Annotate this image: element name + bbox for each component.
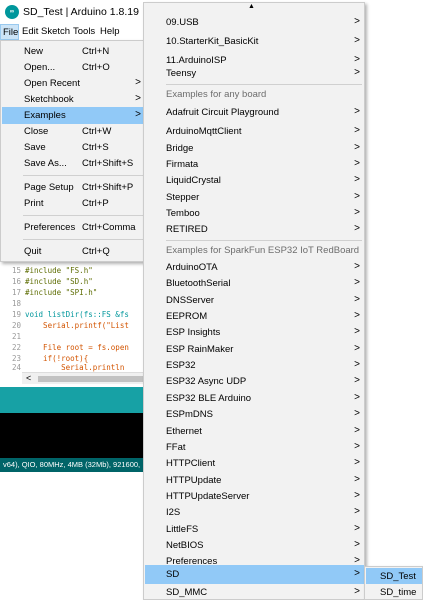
chevron-right-icon: > bbox=[354, 539, 360, 550]
window-title: SD_Test | Arduino 1.8.19 bbox=[23, 6, 139, 18]
menu-item-example[interactable]: Teensy > bbox=[145, 64, 364, 83]
menu-item-close[interactable]: Close Ctrl+W bbox=[2, 123, 149, 140]
sd-submenu: SD_Test SD_time bbox=[364, 566, 423, 600]
chevron-right-icon: > bbox=[354, 310, 360, 321]
chevron-right-icon: > bbox=[354, 106, 360, 117]
chevron-right-icon: > bbox=[354, 158, 360, 169]
chevron-right-icon: > bbox=[354, 506, 360, 517]
chevron-right-icon: > bbox=[354, 523, 360, 534]
menu-item-quit[interactable]: Quit Ctrl+Q bbox=[2, 243, 149, 260]
code-line: if(!root){ bbox=[25, 354, 89, 363]
menu-item-examples[interactable]: Examples > bbox=[2, 107, 149, 124]
code-line: Serial.println bbox=[25, 363, 125, 372]
code-line: Serial.printf("List bbox=[25, 321, 129, 330]
file-menu: New Ctrl+N Open... Ctrl+O Open Recent > Ske… bbox=[0, 40, 150, 262]
menu-item-save[interactable]: Save Ctrl+S bbox=[2, 139, 149, 156]
console-output bbox=[0, 413, 152, 458]
menu-item-open-recent[interactable]: Open Recent > bbox=[2, 75, 149, 92]
chevron-right-icon: > bbox=[354, 392, 360, 403]
chevron-right-icon: > bbox=[354, 375, 360, 386]
code-line: #include "SPI.h" bbox=[25, 288, 98, 297]
code-line: File root = fs.open bbox=[25, 343, 129, 352]
menu-sketch[interactable]: Sketch bbox=[41, 26, 70, 37]
chevron-right-icon: > bbox=[354, 294, 360, 305]
scroll-left-icon[interactable]: < bbox=[26, 373, 31, 383]
code-line: #include "FS.h" bbox=[25, 266, 93, 275]
menu-edit[interactable]: Edit bbox=[22, 26, 38, 37]
chevron-right-icon: > bbox=[354, 207, 360, 218]
menu-item-page-setup[interactable]: Page Setup Ctrl+Shift+P bbox=[2, 179, 149, 196]
line-number: 22 bbox=[12, 343, 22, 352]
chevron-right-icon: > bbox=[354, 568, 360, 579]
chevron-right-icon: > bbox=[354, 191, 360, 202]
line-number: 19 bbox=[12, 310, 22, 319]
line-number: 24 bbox=[12, 363, 22, 372]
horizontal-scrollbar[interactable]: < bbox=[22, 372, 152, 384]
chevron-right-icon: > bbox=[354, 142, 360, 153]
menu-item-example-sd[interactable]: SD > bbox=[145, 565, 364, 584]
line-number: 18 bbox=[12, 299, 22, 308]
menu-item-sketchbook[interactable]: Sketchbook > bbox=[2, 91, 149, 108]
chevron-right-icon: > bbox=[354, 425, 360, 436]
menu-item-example[interactable]: SD_MMC > bbox=[145, 583, 364, 600]
menu-help[interactable]: Help bbox=[100, 26, 120, 37]
chevron-right-icon: > bbox=[354, 359, 360, 370]
menu-divider bbox=[23, 175, 149, 176]
menu-item-example[interactable]: 09.USB > bbox=[145, 13, 364, 32]
menu-item-save-as[interactable]: Save As... Ctrl+Shift+S bbox=[2, 155, 149, 172]
menu-file[interactable]: File bbox=[0, 24, 19, 40]
line-number: 15 bbox=[12, 266, 22, 275]
chevron-right-icon: > bbox=[354, 586, 360, 597]
message-area bbox=[0, 387, 152, 413]
chevron-right-icon: > bbox=[354, 441, 360, 452]
menu-item-sd-time[interactable]: SD_time bbox=[366, 584, 422, 600]
chevron-right-icon: > bbox=[354, 277, 360, 288]
scroll-up-icon[interactable]: ▲ bbox=[248, 3, 255, 10]
chevron-right-icon: > bbox=[354, 35, 360, 46]
chevron-right-icon: > bbox=[354, 490, 360, 501]
board-info-text: v64), QIO, 80MHz, 4MB (32Mb), 921600, bbox=[3, 460, 141, 469]
menu-tools[interactable]: Tools bbox=[73, 26, 95, 37]
chevron-right-icon: > bbox=[354, 223, 360, 234]
menu-item-print[interactable]: Print Ctrl+P bbox=[2, 195, 149, 212]
menu-item-example[interactable]: 10.StarterKit_BasicKit > bbox=[145, 32, 364, 51]
line-number: 20 bbox=[12, 321, 22, 330]
chevron-right-icon: > bbox=[135, 77, 141, 88]
code-editor[interactable]: 15 #include "FS.h" 16 #include "SD.h" 17… bbox=[0, 262, 152, 378]
menu-divider bbox=[166, 240, 362, 241]
chevron-right-icon: > bbox=[354, 326, 360, 337]
code-line: #include "SD.h" bbox=[25, 277, 93, 286]
chevron-right-icon: > bbox=[135, 109, 141, 120]
menu-divider bbox=[166, 84, 362, 85]
line-number: 21 bbox=[12, 332, 22, 341]
chevron-right-icon: > bbox=[354, 457, 360, 468]
menu-item-sd-test[interactable]: SD_Test bbox=[366, 568, 422, 584]
code-line: void listDir(fs::FS &fs bbox=[25, 310, 129, 319]
menu-item-example[interactable]: RETIRED > bbox=[145, 220, 364, 239]
chevron-right-icon: > bbox=[135, 93, 141, 104]
status-bar: v64), QIO, 80MHz, 4MB (32Mb), 921600, bbox=[0, 458, 152, 472]
chevron-right-icon: > bbox=[354, 16, 360, 27]
line-number: 23 bbox=[12, 354, 22, 363]
chevron-right-icon: > bbox=[354, 408, 360, 419]
line-number: 17 bbox=[12, 288, 22, 297]
menu-divider bbox=[23, 215, 149, 216]
chevron-right-icon: > bbox=[354, 261, 360, 272]
menu-divider bbox=[23, 239, 149, 240]
scrollbar-thumb[interactable] bbox=[38, 376, 150, 382]
menu-item-example[interactable]: Adafruit Circuit Playground > bbox=[145, 103, 364, 122]
chevron-right-icon: > bbox=[354, 125, 360, 136]
arduino-logo-icon: ∞ bbox=[5, 5, 19, 19]
menu-item-new[interactable]: New Ctrl+N bbox=[2, 43, 149, 60]
menu-item-preferences[interactable]: Preferences Ctrl+Comma bbox=[2, 219, 149, 236]
chevron-right-icon: > bbox=[354, 174, 360, 185]
chevron-right-icon: > bbox=[354, 343, 360, 354]
menu-item-open[interactable]: Open... Ctrl+O bbox=[2, 59, 149, 76]
section-header: Examples for SparkFun ESP32 IoT RedBoard bbox=[166, 245, 360, 256]
examples-menu: ▲ 09.USB > 10.StarterKit_BasicKit > 11.Ard… bbox=[143, 2, 365, 600]
line-number: 16 bbox=[12, 277, 22, 286]
chevron-right-icon: > bbox=[354, 474, 360, 485]
section-header: Examples for any board bbox=[166, 89, 267, 100]
chevron-right-icon: > bbox=[354, 67, 360, 78]
